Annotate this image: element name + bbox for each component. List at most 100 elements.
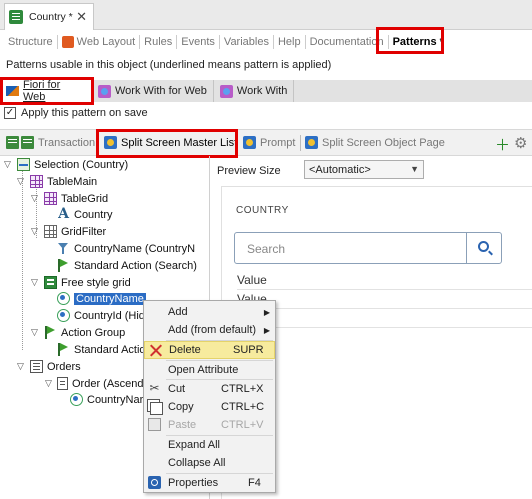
preview-search-input[interactable]: Search [234, 232, 502, 264]
transaction-icon [9, 10, 23, 24]
filter-icon [57, 242, 70, 255]
document-tab-country[interactable]: Country * ✕ [4, 3, 94, 30]
menu-item-delete[interactable]: Delete SUPR [144, 341, 275, 359]
attribute-icon [57, 292, 70, 305]
add-pattern-icon[interactable]: ＋ [495, 134, 510, 155]
free-style-grid-icon [44, 276, 57, 289]
tab-fiori-for-web[interactable]: Fiori for Web [0, 79, 92, 103]
delete-icon [149, 344, 162, 357]
apply-pattern-checkbox[interactable]: ✓ Apply this pattern on save [4, 107, 148, 119]
patterns-info-text: Patterns usable in this object (underlin… [6, 59, 332, 71]
tree-node-standard-action[interactable]: Standard Actio [57, 343, 146, 356]
submenu-arrow-icon: ▶ [263, 307, 270, 317]
tree-node-gridfilter[interactable]: GridFilter [44, 225, 106, 238]
collapse-toggle[interactable]: ▽ [31, 193, 38, 204]
tree-node-standard-action-search[interactable]: Standard Action (Search) [57, 259, 197, 272]
collapse-toggle[interactable]: ▽ [31, 327, 38, 338]
menu-item-cut[interactable]: ✂ Cut CTRL+X [144, 380, 275, 398]
tree-node-countryname[interactable]: CountryName [57, 292, 146, 305]
orders-icon [30, 360, 43, 373]
toolbar-split-screen-object-page[interactable]: Split Screen Object Page [305, 136, 445, 149]
collapse-toggle[interactable]: ▽ [4, 159, 11, 170]
gear-icon[interactable]: ⚙ [514, 134, 527, 152]
object-page-icon [305, 136, 318, 149]
tab-work-with[interactable]: Work With [214, 80, 295, 102]
prompt-icon [243, 136, 256, 149]
action-flag-icon [57, 343, 70, 356]
preview-size-label: Preview Size [217, 165, 281, 177]
action-flag-icon [44, 326, 57, 339]
fiori-icon [6, 86, 19, 96]
work-with-web-icon [98, 84, 111, 98]
tab-help[interactable]: Help [274, 35, 306, 49]
tree-line [22, 170, 23, 350]
tree-node-action-group[interactable]: Action Group [44, 326, 125, 339]
action-flag-icon [57, 259, 70, 272]
menu-item-properties[interactable]: Properties F4 [144, 474, 275, 492]
tab-patterns[interactable]: Patterns * [389, 35, 448, 49]
web-layout-icon [61, 36, 74, 48]
split-screen-icon [104, 136, 117, 149]
properties-icon [148, 476, 161, 489]
toolbar-prompt[interactable]: Prompt [243, 136, 295, 149]
menu-item-add-from-default[interactable]: Add (from default) ▶ [144, 321, 275, 339]
paste-icon [148, 418, 161, 431]
tab-structure[interactable]: Structure [0, 35, 58, 49]
menu-item-expand-all[interactable]: Expand All [144, 436, 275, 454]
chevron-down-icon: ▼ [410, 164, 419, 174]
tree-node-countryid[interactable]: CountryId (Hid [57, 309, 145, 322]
collapse-toggle[interactable]: ▽ [31, 277, 38, 288]
toolbar-transaction[interactable]: Transaction [6, 136, 95, 149]
toolbar-separator [97, 135, 98, 151]
close-icon[interactable]: ✕ [76, 9, 87, 25]
table-icon [44, 192, 57, 205]
copy-icon [150, 402, 163, 415]
context-menu: Add ▶ Add (from default) ▶ Delete SUPR O… [143, 300, 276, 493]
tree-node-order[interactable]: Order (Ascend [57, 377, 144, 390]
tab-web-layout[interactable]: Web Layout [58, 35, 141, 49]
tree-node-tablegrid[interactable]: TableGrid [44, 192, 108, 205]
collapse-toggle[interactable]: ▽ [17, 361, 24, 372]
work-with-icon [219, 84, 233, 98]
menu-item-paste[interactable]: Paste CTRL+V [144, 416, 275, 434]
menu-item-open-attribute[interactable]: Open Attribute [144, 361, 275, 379]
editor-tabs: Structure Web Layout Rules Events Variab… [0, 32, 532, 52]
pattern-tabs: Fiori for Web Work With for Web Work Wit… [0, 79, 532, 103]
attribute-icon [57, 309, 70, 322]
collapse-toggle[interactable]: ▽ [17, 176, 24, 187]
collapse-toggle[interactable]: ▽ [31, 226, 38, 237]
tab-documentation[interactable]: Documentation [306, 35, 389, 49]
preview-header: COUNTRY [236, 205, 289, 216]
menu-item-add[interactable]: Add ▶ [144, 303, 275, 321]
tree-node-countryname-filter[interactable]: CountryName (CountryN [57, 242, 195, 255]
tab-rules[interactable]: Rules [140, 35, 178, 49]
tree-node-country[interactable]: A Country [57, 206, 112, 222]
preview-value-row [237, 309, 532, 328]
search-icon [478, 241, 489, 252]
order-icon [57, 377, 68, 390]
menu-item-copy[interactable]: Copy CTRL+C [144, 398, 275, 416]
tab-work-with-for-web[interactable]: Work With for Web [92, 80, 214, 102]
table-icon [30, 175, 43, 188]
tree-node-countryname-order[interactable]: CountryNar [70, 393, 143, 406]
tab-variables[interactable]: Variables [220, 35, 274, 49]
pattern-toolbar: Transaction Split Screen Master List Pro… [0, 129, 532, 156]
text-block-icon: A [58, 206, 69, 222]
menu-item-collapse-all[interactable]: Collapse All [144, 454, 275, 472]
toolbar-split-screen-master-list[interactable]: Split Screen Master List [104, 136, 237, 149]
collapse-toggle[interactable]: ▽ [45, 378, 52, 389]
tree-node-free-style-grid[interactable]: Free style grid [44, 276, 131, 289]
tree-node-orders[interactable]: Orders [30, 360, 81, 373]
tab-events[interactable]: Events [177, 35, 220, 49]
tree-node-tablemain[interactable]: TableMain [30, 175, 97, 188]
selection-icon [17, 158, 30, 171]
preview-size-select[interactable]: <Automatic> ▼ [304, 160, 424, 179]
checkbox-checked[interactable]: ✓ [4, 107, 16, 119]
search-button[interactable] [466, 233, 501, 263]
transaction-icon [21, 136, 34, 149]
preview-value-row: Value [237, 290, 532, 309]
attribute-icon [70, 393, 83, 406]
toolbar-separator [300, 135, 301, 151]
scissors-icon: ✂ [149, 381, 160, 395]
tree-node-selection[interactable]: Selection (Country) [17, 158, 128, 171]
